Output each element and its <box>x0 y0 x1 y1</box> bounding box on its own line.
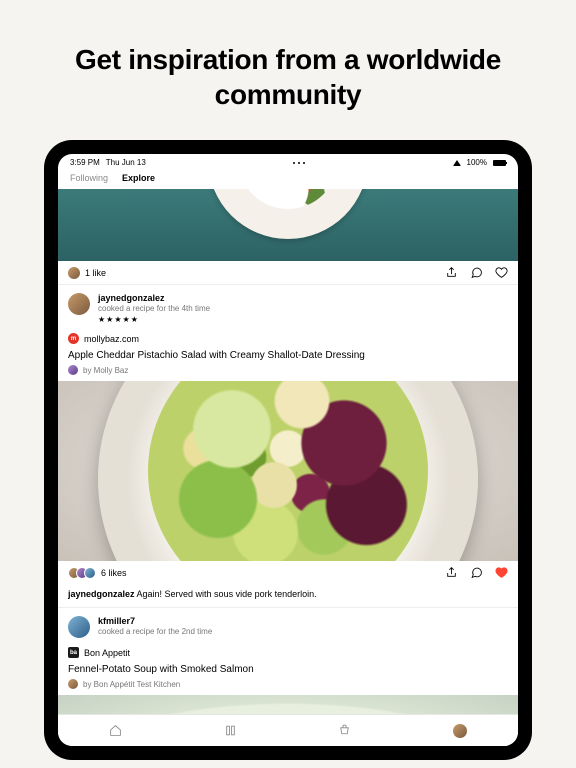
post-subtitle: cooked a recipe for the 2nd time <box>98 627 212 636</box>
recipe-source[interactable]: m mollybaz.com <box>58 324 518 344</box>
likes-count[interactable]: 6 likes <box>101 568 127 578</box>
comment-icon[interactable] <box>470 566 483 579</box>
tab-following[interactable]: Following <box>70 173 108 183</box>
user-name[interactable]: kfmiller7 <box>98 616 212 626</box>
author-name[interactable]: Molly Baz <box>94 366 129 375</box>
post-action-row: 6 likes <box>58 561 518 584</box>
source-badge-icon: ba <box>68 647 79 658</box>
app-screen: 3:59 PM Thu Jun 13 100% Following Explor… <box>58 154 518 746</box>
caption-text: Again! Served with sous vide pork tender… <box>135 589 317 599</box>
recipe-title[interactable]: Fennel-Potato Soup with Smoked Salmon <box>58 658 518 677</box>
heart-icon[interactable] <box>495 566 508 579</box>
author-avatar[interactable] <box>68 365 78 375</box>
feed-scroll[interactable]: 1 like jaynedgonzalez cooked a recipe fo… <box>58 189 518 714</box>
status-bar: 3:59 PM Thu Jun 13 100% <box>58 154 518 169</box>
food-plate-graphic <box>208 189 368 239</box>
battery-icon <box>493 160 506 166</box>
heart-icon[interactable] <box>495 266 508 279</box>
recipe-title[interactable]: Apple Cheddar Pistachio Salad with Cream… <box>58 344 518 363</box>
status-time: 3:59 PM <box>70 158 100 167</box>
feed-post: kfmiller7 cooked a recipe for the 2nd ti… <box>58 607 518 714</box>
status-date: Thu Jun 13 <box>106 158 146 167</box>
post-image[interactable] <box>58 695 518 714</box>
post-caption: jaynedgonzalez Again! Served with sous v… <box>58 584 518 607</box>
share-icon[interactable] <box>445 566 458 579</box>
multitask-dots-icon <box>293 162 305 164</box>
by-prefix: by <box>83 680 94 689</box>
feed-tabs: Following Explore <box>58 169 518 189</box>
post-header: kfmiller7 cooked a recipe for the 2nd ti… <box>58 608 518 638</box>
cart-icon[interactable] <box>338 724 351 737</box>
wifi-icon <box>453 160 461 166</box>
user-avatar[interactable] <box>68 616 90 638</box>
likes-count[interactable]: 1 like <box>85 268 106 278</box>
post-image[interactable] <box>58 381 518 561</box>
rating-stars: ★★★★★ <box>98 315 210 324</box>
recipe-byline: by Molly Baz <box>58 363 518 381</box>
user-avatar[interactable] <box>68 293 90 315</box>
recipe-byline: by Bon Appétit Test Kitchen <box>58 677 518 695</box>
author-avatar[interactable] <box>68 679 78 689</box>
post-image[interactable] <box>58 189 518 261</box>
author-name[interactable]: Bon Appétit Test Kitchen <box>94 680 181 689</box>
tab-explore[interactable]: Explore <box>122 173 155 183</box>
post-action-row: 1 like <box>58 261 518 284</box>
user-name[interactable]: jaynedgonzalez <box>98 293 210 303</box>
recipe-source[interactable]: ba Bon Appetit <box>58 638 518 658</box>
profile-avatar[interactable] <box>453 724 467 738</box>
feed-post: jaynedgonzalez cooked a recipe for the 4… <box>58 284 518 607</box>
source-badge-icon: m <box>68 333 79 344</box>
post-subtitle: cooked a recipe for the 4th time <box>98 304 210 313</box>
bottom-nav <box>58 714 518 746</box>
tablet-frame: 3:59 PM Thu Jun 13 100% Following Explor… <box>44 140 532 760</box>
battery-percent: 100% <box>467 158 487 167</box>
post-header: jaynedgonzalez cooked a recipe for the 4… <box>58 285 518 324</box>
source-text: Bon Appetit <box>84 648 130 658</box>
share-icon[interactable] <box>445 266 458 279</box>
liker-avatars[interactable] <box>68 567 96 579</box>
marketing-headline: Get inspiration from a worldwide communi… <box>0 0 576 140</box>
comment-icon[interactable] <box>470 266 483 279</box>
by-prefix: by <box>83 366 94 375</box>
caption-user[interactable]: jaynedgonzalez <box>68 589 135 599</box>
home-icon[interactable] <box>109 724 122 737</box>
collections-icon[interactable] <box>224 724 237 737</box>
liker-avatar[interactable] <box>68 267 80 279</box>
source-text: mollybaz.com <box>84 334 139 344</box>
salad-graphic <box>148 381 428 561</box>
